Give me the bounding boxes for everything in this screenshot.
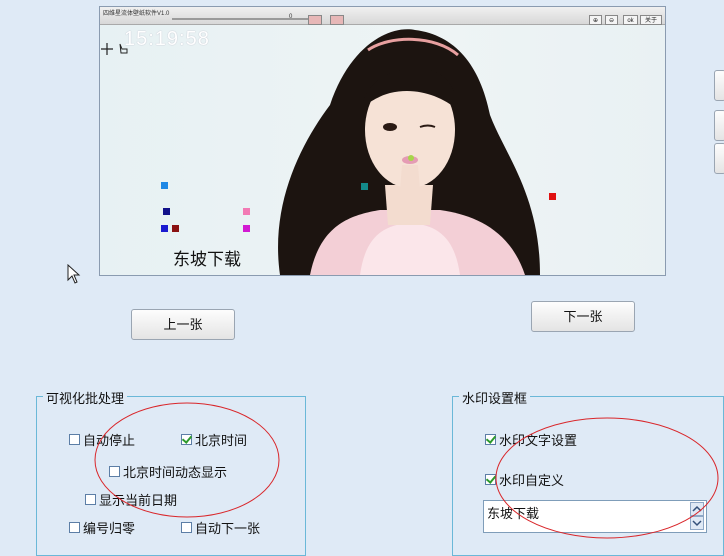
preview-about-button[interactable]: 关于 — [640, 15, 662, 25]
image-preview-window: 四维星流体壁纸软件V1.0 0 ⊕ ⊖ ok 关于 15:19:58 东坡下载 — [99, 6, 666, 276]
zoom-in-icon[interactable]: ⊕ — [589, 15, 602, 25]
crosshair-icon — [101, 43, 128, 55]
beijing-dynamic-checkbox[interactable]: 北京时间动态显示 — [109, 462, 227, 481]
marker-royal — [161, 225, 168, 232]
mouse-cursor-icon — [67, 264, 81, 284]
watermark-text-box[interactable] — [485, 434, 496, 445]
watermark-overlay: 东坡下载 — [173, 250, 241, 269]
preview-ok-button[interactable]: ok — [623, 15, 638, 25]
batch-group-title: 可视化批处理 — [43, 388, 128, 407]
auto-next-box[interactable] — [181, 522, 192, 533]
show-date-label: 显示当前日期 — [99, 493, 178, 508]
marker-pink — [243, 208, 250, 215]
side-button-3[interactable] — [714, 143, 724, 174]
beijing-dynamic-label: 北京时间动态显示 — [123, 465, 228, 480]
reset-number-box[interactable] — [69, 522, 80, 533]
reset-number-checkbox[interactable]: 编号归零 — [69, 518, 135, 537]
preview-title: 四维星流体壁纸软件V1.0 — [103, 11, 170, 17]
watermark-custom-checkbox[interactable]: 水印自定义 — [485, 470, 564, 489]
beijing-time-label: 北京时间 — [195, 433, 248, 448]
marker-maroon — [172, 225, 179, 232]
watermark-custom-label: 水印自定义 — [499, 473, 565, 488]
textbox-scroll-icon[interactable] — [690, 502, 704, 530]
watermark-text-input[interactable]: 东坡下载 — [483, 500, 707, 533]
show-date-checkbox[interactable]: 显示当前日期 — [85, 490, 177, 509]
reset-number-label: 编号归零 — [83, 521, 136, 536]
watermark-custom-box[interactable] — [485, 474, 496, 485]
wallpaper-photo — [278, 29, 540, 275]
previous-image-button[interactable]: 上一张 — [131, 309, 235, 340]
preview-toolbar: 四维星流体壁纸软件V1.0 0 ⊕ ⊖ ok 关于 — [100, 7, 665, 25]
beijing-time-checkbox[interactable]: 北京时间 — [181, 430, 247, 449]
beijing-dynamic-box[interactable] — [109, 466, 120, 477]
auto-stop-box[interactable] — [69, 434, 80, 445]
next-image-button[interactable]: 下一张 — [531, 301, 635, 332]
side-button-1[interactable] — [714, 70, 724, 101]
auto-stop-label: 自动停止 — [83, 433, 136, 448]
watermark-text-label: 水印文字设置 — [499, 433, 578, 448]
marker-red — [549, 193, 556, 200]
auto-stop-checkbox[interactable]: 自动停止 — [69, 430, 135, 449]
beijing-time-box[interactable] — [181, 434, 192, 445]
time-overlay: 15:19:58 — [124, 28, 210, 50]
watermark-group-title: 水印设置框 — [459, 388, 531, 407]
auto-next-checkbox[interactable]: 自动下一张 — [181, 518, 260, 537]
watermark-text-checkbox[interactable]: 水印文字设置 — [485, 430, 577, 449]
color-button-2[interactable] — [330, 15, 344, 25]
side-button-2[interactable] — [714, 110, 724, 141]
marker-blue — [161, 182, 168, 189]
marker-teal — [361, 183, 368, 190]
zoom-out-icon[interactable]: ⊖ — [605, 15, 618, 25]
preview-image-area: 15:19:58 东坡下载 — [100, 25, 665, 275]
preview-slider-value: 0 — [289, 14, 293, 20]
marker-magenta — [243, 225, 250, 232]
marker-navy — [163, 208, 170, 215]
color-button-1[interactable] — [308, 15, 322, 25]
auto-next-label: 自动下一张 — [195, 521, 261, 536]
show-date-box[interactable] — [85, 494, 96, 505]
